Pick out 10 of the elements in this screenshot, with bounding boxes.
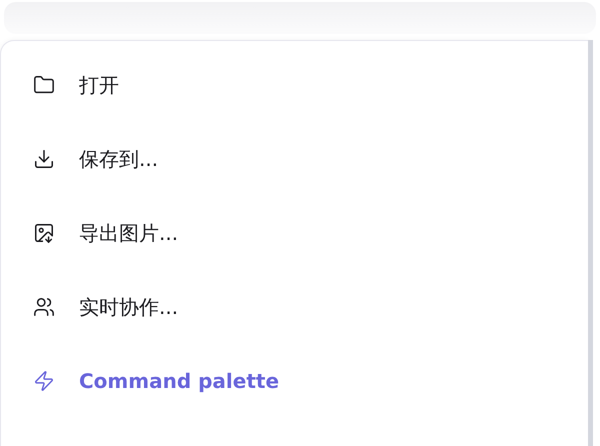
menu-item[interactable]: Command palette — [33, 363, 588, 399]
image-export-icon — [33, 222, 55, 244]
users-icon — [33, 296, 55, 318]
folder-icon — [33, 74, 55, 96]
menu-item[interactable]: 打开 — [33, 67, 588, 103]
download-icon — [33, 148, 55, 170]
menu-item[interactable]: 保存到... — [33, 141, 588, 177]
lightning-icon — [33, 370, 55, 392]
menu-item[interactable]: 导出图片... — [33, 215, 588, 251]
menu-item[interactable]: 实时协作... — [33, 289, 588, 325]
